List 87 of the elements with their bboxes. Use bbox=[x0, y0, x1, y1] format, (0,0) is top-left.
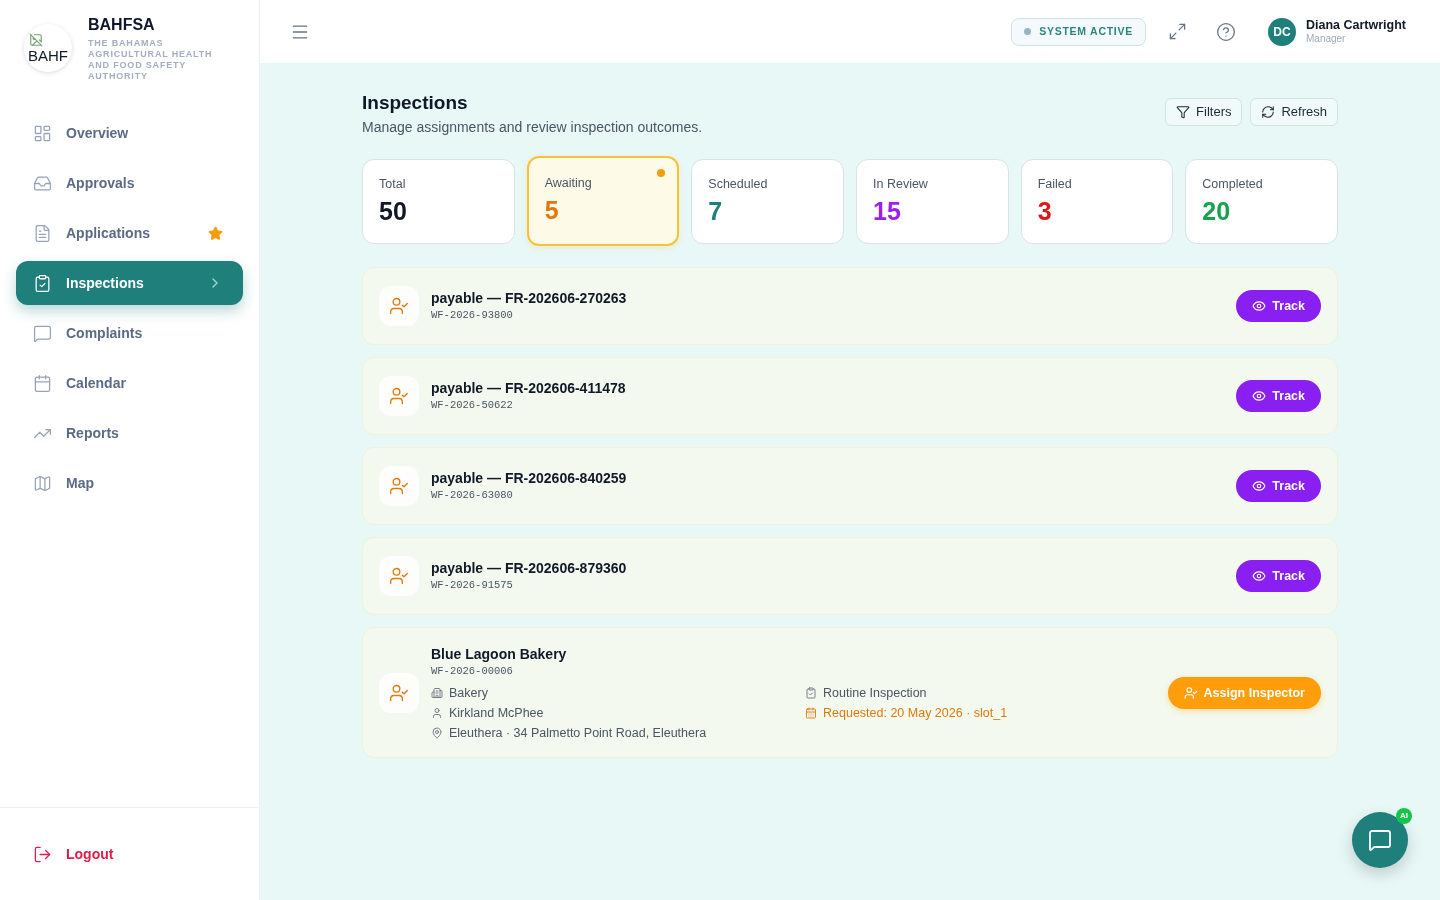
track-button[interactable]: Track bbox=[1236, 470, 1321, 502]
dashboard-grid-icon bbox=[33, 123, 52, 143]
crossed-image-icon bbox=[29, 32, 43, 47]
stat-value: 50 bbox=[379, 196, 407, 227]
clipboard-check-icon bbox=[805, 687, 817, 699]
detail-text: Bakery bbox=[449, 685, 488, 701]
toolbar-button[interactable]: Filters bbox=[1165, 98, 1243, 126]
reference-code: WF-2026-63080 bbox=[431, 488, 514, 503]
stat-card[interactable]: Failed 3 bbox=[1020, 159, 1174, 244]
nav-item[interactable]: Reports bbox=[16, 411, 243, 455]
user-avatar[interactable]: DC bbox=[1268, 17, 1296, 46]
stat-value: 3 bbox=[1037, 196, 1052, 227]
inspection-title: Blue Lagoon Bakery bbox=[431, 645, 568, 663]
toolbar-button[interactable]: Refresh bbox=[1250, 98, 1338, 126]
brand-subtitle: THE BAHAMAS AGRICULTURAL HEALTH AND FOOD SAFETY AUTHORITY bbox=[88, 37, 214, 82]
reference-code: WF-2026-00006 bbox=[431, 664, 514, 679]
user-check-icon bbox=[379, 673, 419, 713]
map-icon bbox=[33, 473, 52, 493]
page-subtitle: Manage assignments and review inspection outcomes. bbox=[362, 118, 704, 137]
document-icon bbox=[33, 223, 52, 243]
stat-value: 15 bbox=[873, 196, 901, 227]
building-icon bbox=[431, 687, 443, 699]
stat-card[interactable]: Total 50 bbox=[362, 159, 515, 244]
nav-item[interactable]: Map bbox=[16, 461, 243, 505]
user-check-icon bbox=[379, 286, 419, 326]
brand-name: BAHFSA bbox=[88, 14, 156, 35]
user-check-icon bbox=[379, 466, 419, 506]
nav-item[interactable]: Calendar bbox=[16, 361, 243, 405]
system-status-badge: SYSTEM ACTIVE bbox=[1011, 17, 1146, 46]
stat-label: Scheduled bbox=[708, 176, 768, 192]
eye-icon bbox=[1252, 299, 1267, 313]
detail-text: Kirkland McPhee bbox=[449, 705, 544, 721]
nav-item[interactable]: Complaints bbox=[16, 311, 243, 355]
user-check-icon bbox=[1183, 686, 1198, 700]
help-icon bbox=[1216, 21, 1236, 42]
inspection-title: payable — FR-202606-411478 bbox=[431, 379, 627, 397]
stat-label: Total bbox=[379, 176, 406, 192]
track-button[interactable]: Track bbox=[1236, 380, 1321, 412]
stat-card[interactable]: Awaiting 5 bbox=[526, 156, 680, 246]
detail-text: Routine Inspection bbox=[823, 685, 927, 701]
logout-button[interactable]: Logout bbox=[16, 832, 243, 876]
user-name: Diana Cartwright bbox=[1306, 18, 1406, 33]
logo-alt-text: BAHF bbox=[28, 46, 68, 64]
inspection-title: payable — FR-202606-270263 bbox=[431, 289, 628, 307]
track-button[interactable]: Track bbox=[1236, 560, 1321, 592]
stat-label: In Review bbox=[873, 176, 928, 192]
track-button[interactable]: Track bbox=[1236, 290, 1321, 322]
stat-card[interactable]: In Review 15 bbox=[856, 159, 1009, 244]
user-check-icon bbox=[379, 556, 419, 596]
stat-card[interactable]: Completed 20 bbox=[1185, 159, 1338, 244]
stat-label: Completed bbox=[1202, 176, 1263, 192]
inspection-title: payable — FR-202606-879360 bbox=[431, 559, 628, 577]
nav-item[interactable]: Applications bbox=[16, 211, 243, 255]
chat-button[interactable] bbox=[1352, 812, 1408, 868]
eye-icon bbox=[1252, 569, 1267, 583]
filter-icon bbox=[1176, 105, 1191, 119]
page-title: Inspections bbox=[362, 91, 469, 115]
nav-item[interactable]: Inspections bbox=[16, 261, 243, 305]
calendar-icon bbox=[805, 707, 817, 719]
stat-label: Failed bbox=[1037, 176, 1072, 192]
speech-bubble-icon bbox=[33, 323, 52, 343]
person-icon bbox=[431, 707, 443, 719]
stat-label: Awaiting bbox=[544, 175, 592, 191]
logout-icon bbox=[33, 844, 52, 864]
clipboard-check-icon bbox=[33, 273, 52, 293]
eye-icon bbox=[1252, 479, 1267, 493]
stat-card[interactable]: Scheduled 7 bbox=[691, 159, 844, 244]
nav-item[interactable]: Overview bbox=[16, 111, 243, 155]
user-check-icon bbox=[379, 376, 419, 416]
eye-icon bbox=[1252, 389, 1267, 403]
detail-text: Eleuthera · 34 Palmetto Point Road, Eleuthera bbox=[449, 725, 707, 741]
reference-code: WF-2026-93800 bbox=[431, 308, 514, 323]
stat-value: 20 bbox=[1202, 196, 1231, 227]
nav-item[interactable]: Approvals bbox=[16, 161, 243, 205]
expand-arrows-icon bbox=[1168, 22, 1188, 41]
stat-value: 7 bbox=[708, 196, 723, 227]
user-role: Manager bbox=[1306, 33, 1347, 45]
ai-badge: AI bbox=[1396, 808, 1412, 824]
chat-bubble-icon bbox=[1368, 828, 1392, 852]
reference-code: WF-2026-91575 bbox=[431, 578, 514, 593]
calendar-icon bbox=[33, 373, 52, 393]
location-pin-icon bbox=[431, 727, 443, 739]
refresh-icon bbox=[1261, 105, 1276, 119]
stat-value: 5 bbox=[544, 195, 559, 226]
reference-code: WF-2026-50622 bbox=[431, 398, 514, 413]
inspection-title: payable — FR-202606-840259 bbox=[431, 469, 628, 487]
detail-text: Requested: 20 May 2026 · slot_1 bbox=[823, 705, 1008, 721]
